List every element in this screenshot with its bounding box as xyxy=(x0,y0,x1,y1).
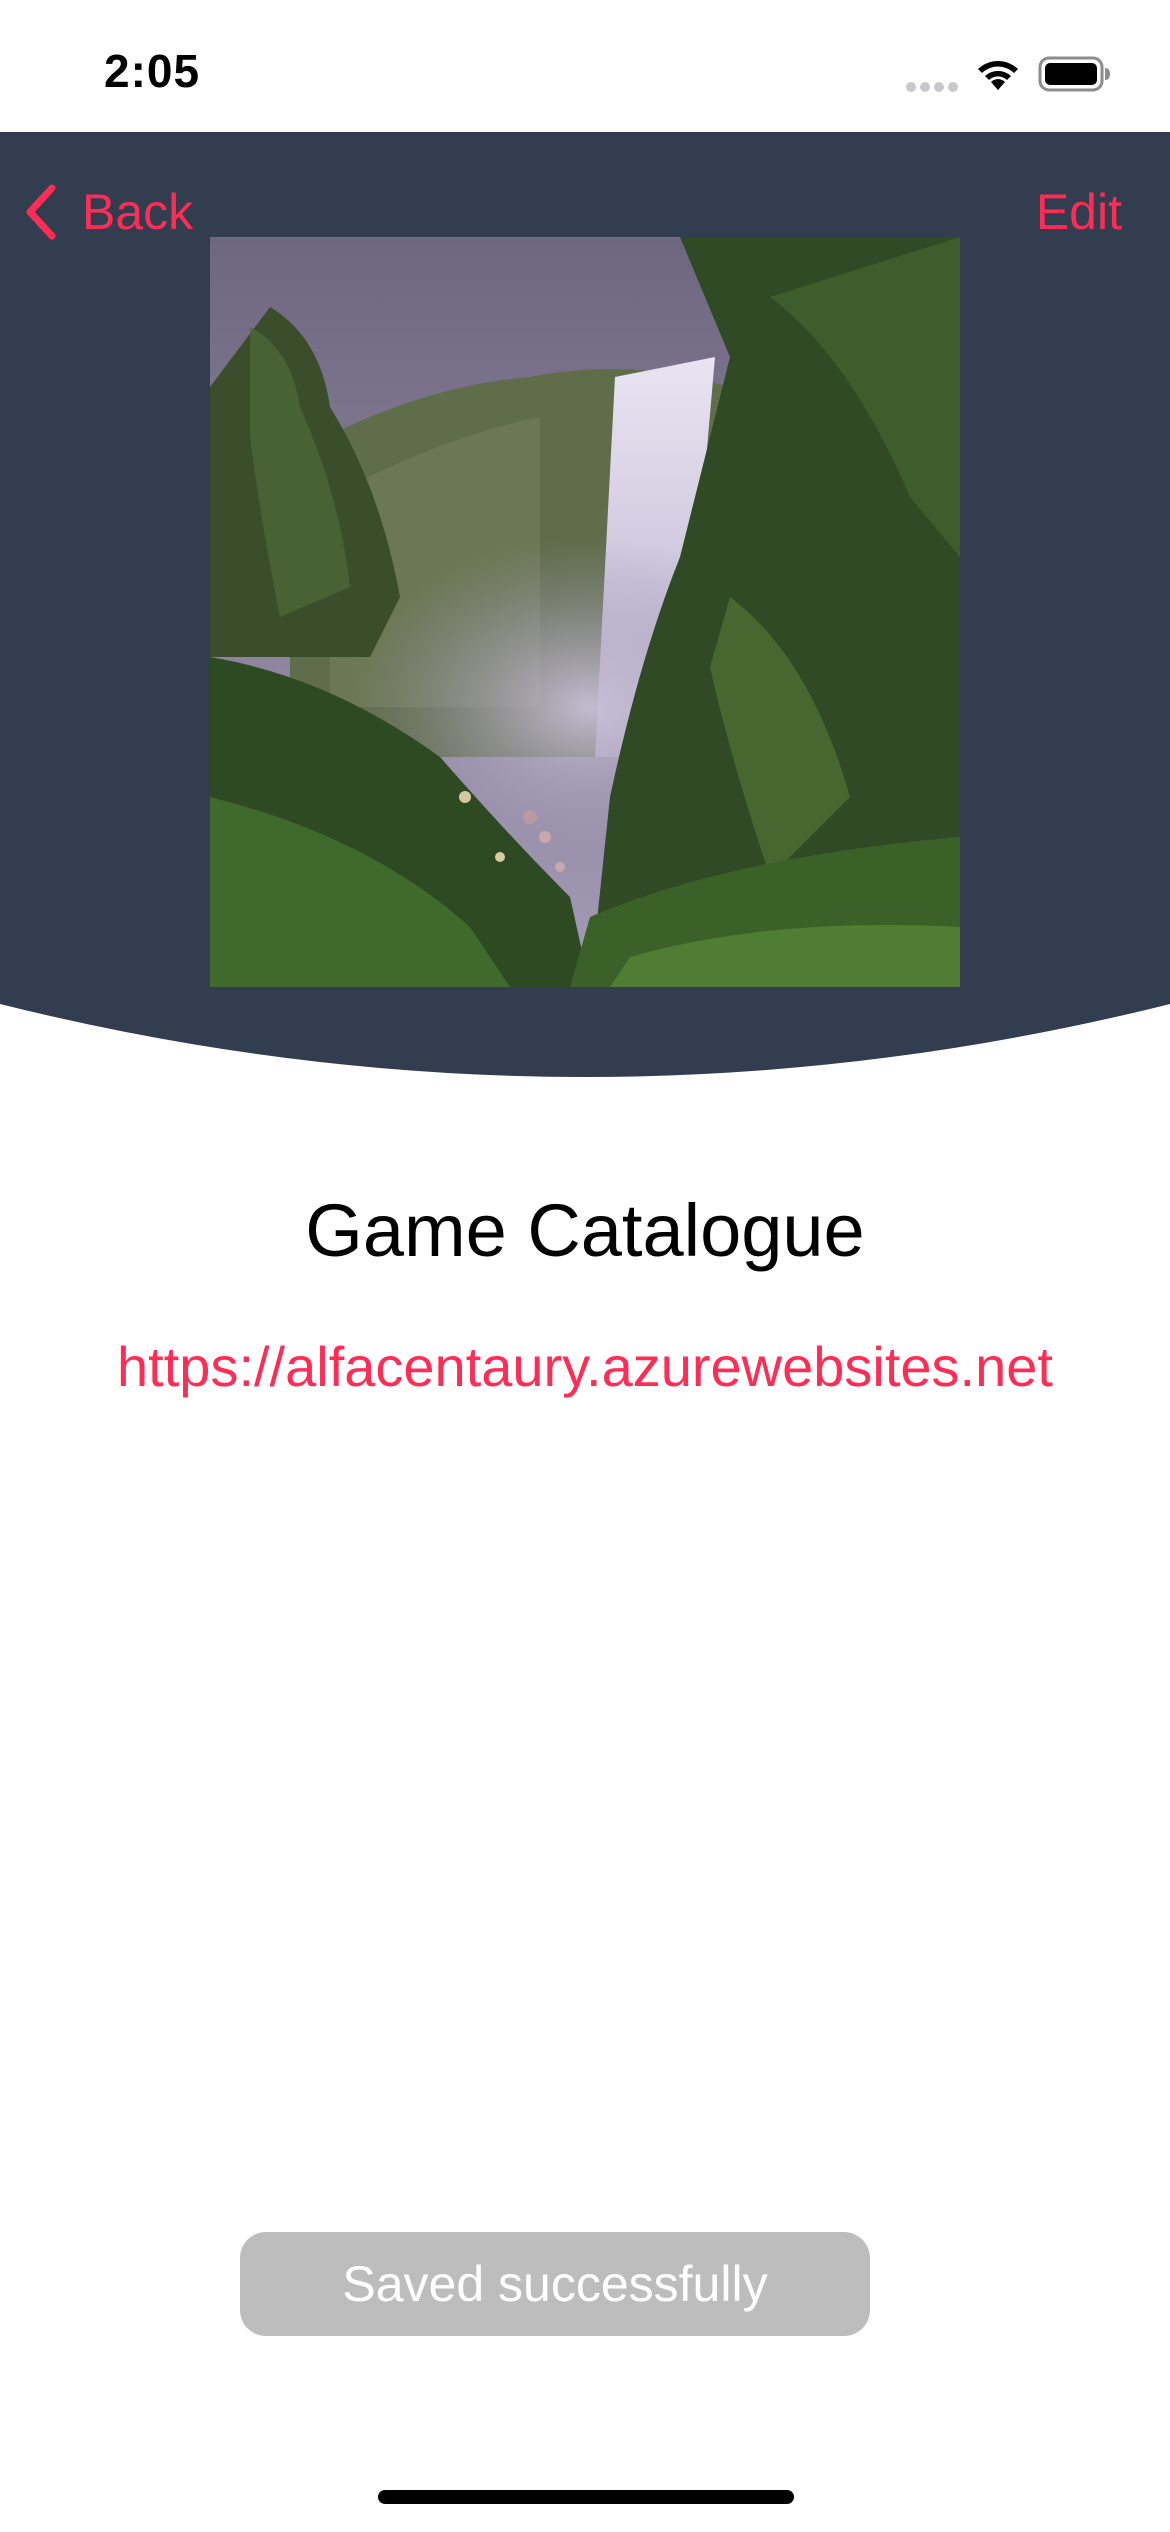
header: Back Edit xyxy=(0,132,1170,1090)
page-title: Game Catalogue xyxy=(305,1189,865,1272)
edit-button[interactable]: Edit xyxy=(1036,172,1122,252)
toast-notification: Saved successfully xyxy=(240,2232,870,2336)
toast-message: Saved successfully xyxy=(342,2256,768,2312)
home-indicator[interactable] xyxy=(378,2490,794,2504)
chevron-left-icon xyxy=(26,184,56,240)
app-screen: 2:05 Back Edit Game Catalogue https://al… xyxy=(0,0,1170,2532)
back-label: Back xyxy=(82,184,194,240)
battery-icon xyxy=(1038,56,1110,92)
waterfall-image xyxy=(210,237,960,987)
back-button[interactable]: Back xyxy=(22,172,193,252)
status-bar: 2:05 xyxy=(0,0,1170,132)
cellular-signal-icon xyxy=(906,82,958,92)
website-link[interactable]: https://alfacentaury.azurewebsites.net xyxy=(0,1334,1170,1399)
wifi-icon xyxy=(978,61,1018,90)
status-time: 2:05 xyxy=(104,45,201,97)
